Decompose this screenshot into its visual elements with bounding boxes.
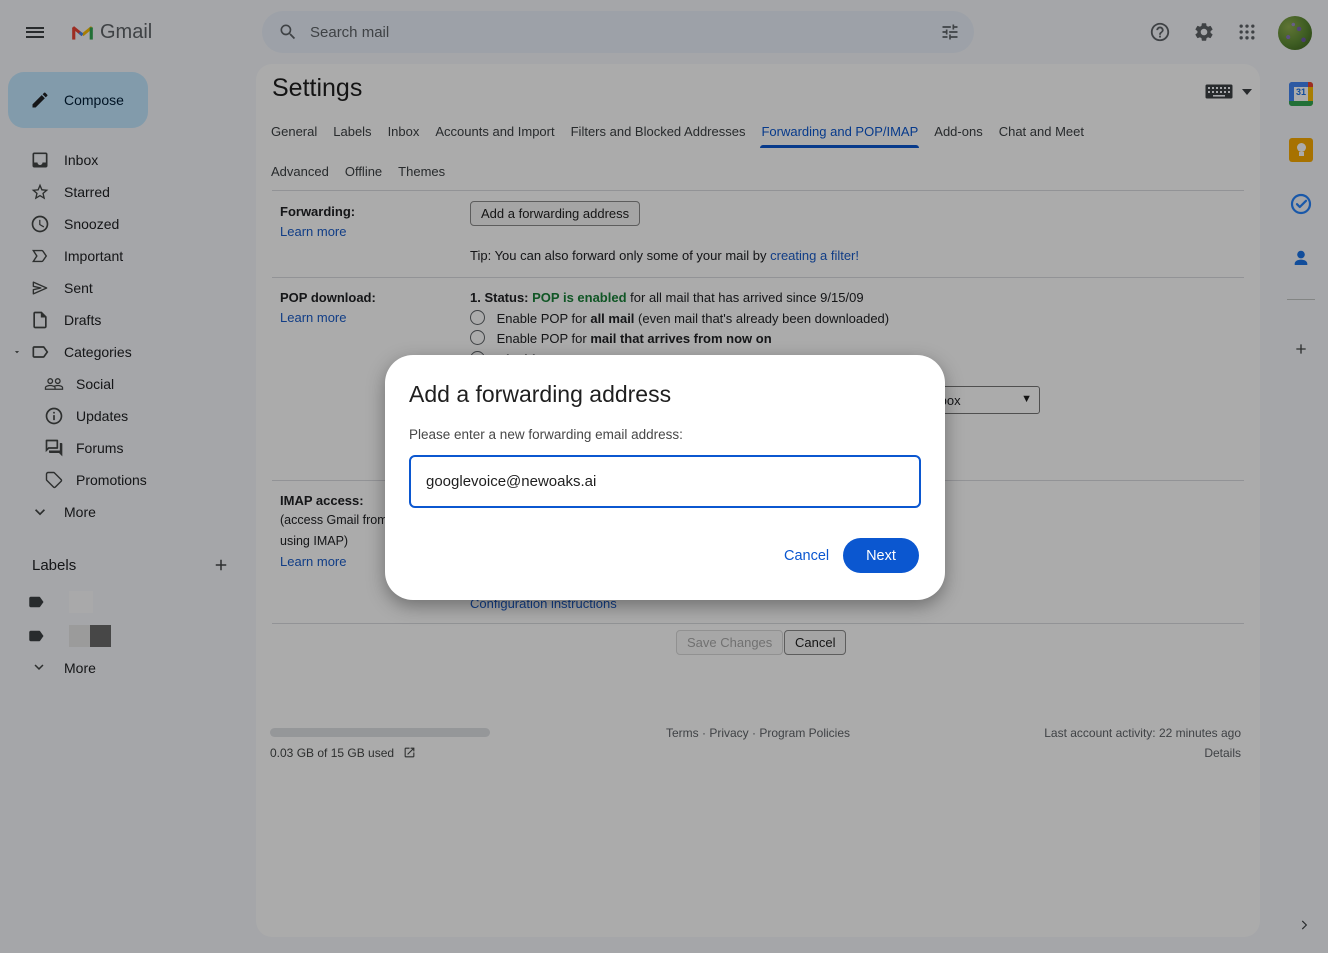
dialog-cancel-button[interactable]: Cancel xyxy=(778,547,835,565)
dialog-next-button[interactable]: Next xyxy=(843,538,919,573)
forwarding-email-input[interactable] xyxy=(409,455,921,508)
dialog-prompt: Please enter a new forwarding email addr… xyxy=(409,427,683,442)
add-forwarding-address-dialog: Add a forwarding address Please enter a … xyxy=(385,355,945,600)
dialog-title: Add a forwarding address xyxy=(409,381,671,408)
